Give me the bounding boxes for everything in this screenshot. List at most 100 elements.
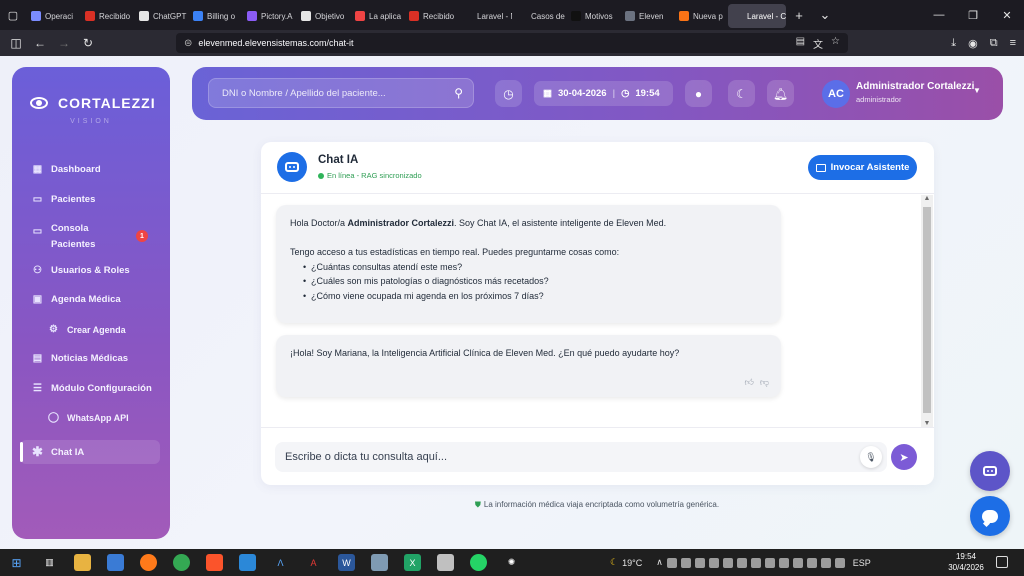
- floating-chat-button[interactable]: [970, 496, 1010, 536]
- translate-icon[interactable]: 文: [813, 36, 823, 51]
- downloads-icon[interactable]: ⤓: [951, 37, 956, 50]
- history-button[interactable]: ◷: [495, 80, 522, 107]
- forward-icon[interactable]: →: [52, 36, 76, 50]
- whatsapp-icon[interactable]: [470, 554, 487, 571]
- tray-app-icon[interactable]: [736, 557, 747, 568]
- browser-tab[interactable]: La aplica: [350, 4, 404, 28]
- sidebar-item-crear-agenda[interactable]: ⚙ Crear Agenda: [48, 324, 126, 335]
- sidebar-item-whatsapp-api[interactable]: ◯ WhatsApp API: [48, 412, 129, 423]
- back-icon[interactable]: ←: [28, 36, 52, 50]
- scroll-up-icon[interactable]: ▲: [923, 195, 931, 202]
- dark-mode-toggle[interactable]: ☾: [728, 80, 755, 107]
- tab-overview-icon[interactable]: ▢: [0, 0, 26, 30]
- tray-app-icon[interactable]: [764, 557, 775, 568]
- new-tab-icon[interactable]: +: [786, 8, 812, 23]
- browser-tab[interactable]: Recibido: [404, 4, 458, 28]
- browser-tab[interactable]: Casos de Éxi: [512, 4, 566, 28]
- reader-view-icon[interactable]: ▤: [796, 36, 805, 51]
- user-name[interactable]: Administrador Cortalezzi: [856, 81, 974, 92]
- browser-tab[interactable]: Laravel - C✕: [728, 4, 786, 28]
- browser-tab[interactable]: Laravel - No: [458, 4, 512, 28]
- message-scrollbar[interactable]: ▲ ▼: [921, 195, 933, 427]
- word-icon[interactable]: W: [338, 554, 355, 571]
- sidebar-item-dashboard[interactable]: ▦ Dashboard: [32, 164, 101, 175]
- paint-icon[interactable]: [437, 554, 454, 571]
- firefox-icon[interactable]: [140, 554, 157, 571]
- minimize-icon[interactable]: —: [922, 9, 956, 22]
- floating-assistant-button[interactable]: [970, 451, 1010, 491]
- sidebar-item-modulo-configuracion[interactable]: ☰ Módulo Configuración: [32, 383, 152, 394]
- sidebar-item-agenda-medica[interactable]: ▣ Agenda Médica: [32, 294, 121, 305]
- network-icon[interactable]: [806, 557, 817, 568]
- browser-tab[interactable]: Nueva p: [674, 4, 728, 28]
- chevron-down-icon[interactable]: ▼: [973, 86, 981, 95]
- openai-icon[interactable]: ✺: [503, 554, 520, 571]
- sidebar-toggle-icon[interactable]: ◫: [4, 36, 28, 50]
- language-indicator[interactable]: ESP: [853, 558, 871, 568]
- mail-icon[interactable]: [239, 554, 256, 571]
- send-button[interactable]: ➤: [891, 444, 917, 470]
- browser-tab[interactable]: Recibido: [80, 4, 134, 28]
- volume-icon[interactable]: [834, 557, 845, 568]
- reload-icon[interactable]: ↻: [76, 36, 100, 50]
- restore-icon[interactable]: ❐: [956, 9, 990, 22]
- close-window-icon[interactable]: ✕: [990, 9, 1024, 22]
- browser-tab[interactable]: ChatGPT: [134, 4, 188, 28]
- tray-app-icon[interactable]: [708, 557, 719, 568]
- invoke-assistant-button[interactable]: Invocar Asistente: [808, 155, 917, 180]
- file-explorer-icon[interactable]: [74, 554, 91, 571]
- brave-icon[interactable]: [206, 554, 223, 571]
- tray-app-icon[interactable]: [680, 557, 691, 568]
- message-list[interactable]: Hola Doctor/a Administrador Cortalezzi. …: [261, 195, 934, 427]
- chrome-icon[interactable]: [173, 554, 190, 571]
- taskbar-clock[interactable]: 19:54 30/4/2026: [945, 551, 987, 573]
- chevron-up-icon[interactable]: ∧: [656, 557, 663, 568]
- sidebar-item-usuarios-roles[interactable]: ⚇ Usuarios & Roles: [32, 265, 130, 276]
- bookmark-star-icon[interactable]: ☆: [831, 36, 840, 51]
- notification-center-icon[interactable]: [996, 556, 1008, 568]
- scrollbar-thumb[interactable]: [923, 207, 931, 413]
- clock-button[interactable]: ●: [685, 80, 712, 107]
- sidebar-item-noticias-medicas[interactable]: ▤ Noticias Médicas: [32, 353, 128, 364]
- task-view-icon[interactable]: ▥: [41, 554, 58, 571]
- tray-app-icon[interactable]: [666, 557, 677, 568]
- patient-search[interactable]: ⚲: [208, 78, 474, 108]
- thumbs-down-icon[interactable]: 👎︎: [760, 375, 769, 390]
- brand[interactable]: CORTALEZZI: [30, 95, 156, 111]
- shield-icon[interactable]: [778, 557, 789, 568]
- url-bar[interactable]: ⊜ elevenmed.elevensistemas.com/chat-it ▤…: [176, 33, 848, 53]
- notifications-button[interactable]: 🔔︎: [767, 80, 794, 107]
- account-icon[interactable]: ◉: [968, 37, 978, 50]
- microphone-button[interactable]: 🎙︎: [860, 446, 882, 468]
- notes-icon[interactable]: [371, 554, 388, 571]
- browser-tab[interactable]: Objetivo: [296, 4, 350, 28]
- patient-search-input[interactable]: [222, 87, 455, 99]
- app-menu-icon[interactable]: ≡: [1010, 37, 1016, 49]
- acrobat-icon[interactable]: A: [305, 554, 322, 571]
- tray-app-icon[interactable]: [750, 557, 761, 568]
- search-icon[interactable]: ⚲: [454, 86, 463, 100]
- arc-icon[interactable]: Λ: [272, 554, 289, 571]
- sidebar-item-pacientes[interactable]: ▭ Pacientes: [32, 194, 96, 205]
- site-info-icon[interactable]: ⊜: [184, 38, 192, 49]
- scroll-down-icon[interactable]: ▼: [923, 420, 931, 427]
- excel-icon[interactable]: X: [404, 554, 421, 571]
- bluetooth-icon[interactable]: [792, 557, 803, 568]
- avatar[interactable]: AC: [822, 80, 850, 108]
- sidebar-item-chat-ia[interactable]: ✱ Chat IA: [20, 440, 160, 464]
- wifi-icon[interactable]: [820, 557, 831, 568]
- store-icon[interactable]: [107, 554, 124, 571]
- windows-start-icon[interactable]: ⊞: [8, 554, 25, 571]
- tray-app-icon[interactable]: [722, 557, 733, 568]
- weather-temp[interactable]: 19°C: [622, 558, 642, 568]
- browser-tab[interactable]: Motivos: [566, 4, 620, 28]
- browser-tab[interactable]: Pictory.A: [242, 4, 296, 28]
- browser-tab[interactable]: Eleven: [620, 4, 674, 28]
- browser-tab[interactable]: Billing o: [188, 4, 242, 28]
- tab-list-chevron-icon[interactable]: ⌄: [812, 7, 838, 23]
- extensions-icon[interactable]: ⧉: [990, 37, 998, 50]
- browser-tab[interactable]: Operaci: [26, 4, 80, 28]
- sidebar-item-consola-pacientes[interactable]: ▭ Consola Pacientes: [32, 221, 96, 253]
- cloud-icon[interactable]: [694, 557, 705, 568]
- chat-input[interactable]: [285, 451, 877, 463]
